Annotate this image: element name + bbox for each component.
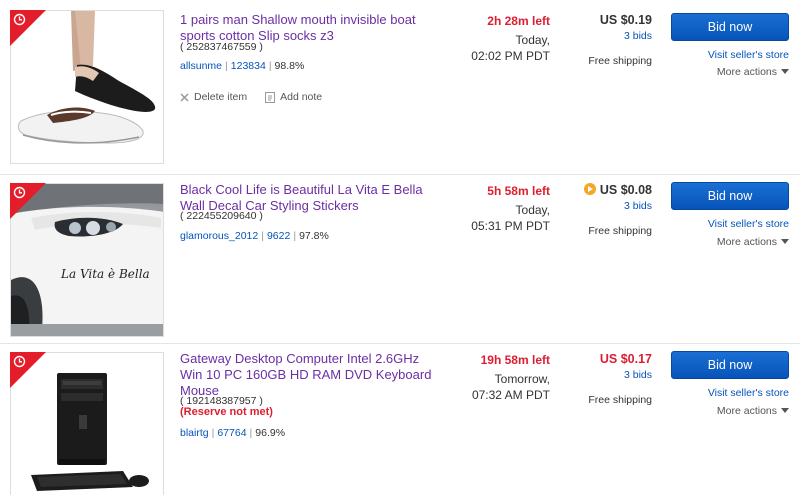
clock-icon bbox=[13, 13, 26, 26]
seller-feedback-link[interactable]: 123834 bbox=[231, 60, 266, 72]
clock-icon bbox=[13, 355, 26, 368]
end-date-time: 05:31 PM PDT bbox=[471, 219, 550, 233]
watch-list-item: La Vita è Bella Black Cool Life is Beaut… bbox=[0, 173, 800, 343]
bid-now-button[interactable]: Bid now bbox=[671, 182, 789, 210]
delete-item-label: Delete item bbox=[194, 91, 248, 103]
end-date-day: Today, bbox=[515, 33, 550, 47]
end-date-time: 02:02 PM PDT bbox=[471, 49, 550, 63]
shipping-info: Free shipping bbox=[588, 394, 652, 406]
bid-count-link[interactable]: 3 bids bbox=[552, 369, 652, 381]
item-actions: Delete item Add note bbox=[180, 91, 322, 103]
current-price: US $0.08 bbox=[552, 183, 652, 197]
close-icon bbox=[180, 92, 189, 102]
shipping-info: Free shipping bbox=[588, 55, 652, 67]
more-actions-label: More actions bbox=[716, 405, 777, 417]
decal-text: La Vita è Bella bbox=[60, 267, 150, 281]
seller-info: blairtg | 67764 | 96.9% bbox=[180, 427, 286, 439]
watch-list-item: 1 pairs man Shallow mouth invisible boat… bbox=[0, 0, 800, 170]
reserve-status: (Reserve not met) bbox=[180, 406, 273, 418]
seller-info: allsunme | 123834 | 98.8% bbox=[180, 60, 305, 72]
chevron-down-icon bbox=[781, 239, 789, 244]
seller-name-link[interactable]: blairtg bbox=[180, 427, 209, 439]
bid-count-link[interactable]: 3 bids bbox=[552, 200, 652, 212]
seller-feedback-percent: 96.9% bbox=[255, 427, 286, 439]
seller-feedback-percent: 97.8% bbox=[299, 230, 329, 242]
time-left: 2h 28m left bbox=[487, 14, 550, 28]
item-title[interactable]: 1 pairs man Shallow mouth invisible boat… bbox=[180, 12, 442, 44]
chevron-down-icon bbox=[781, 408, 789, 413]
current-price: US $0.17 bbox=[599, 352, 652, 366]
seller-name-link[interactable]: allsunme bbox=[180, 60, 222, 72]
more-actions-label: More actions bbox=[716, 66, 777, 78]
seller-name-link[interactable]: glamorous_2012 bbox=[180, 230, 258, 242]
bid-count-link[interactable]: 3 bids bbox=[552, 30, 652, 42]
add-note-label: Add note bbox=[280, 91, 323, 103]
visit-seller-store-link[interactable]: Visit seller's store bbox=[671, 387, 789, 399]
delete-item-button[interactable]: Delete item bbox=[180, 91, 247, 103]
clock-icon bbox=[13, 186, 26, 199]
item-number: ( 252837467559 ) bbox=[180, 41, 263, 53]
seller-feedback-percent: 98.8% bbox=[274, 60, 305, 72]
more-actions-label: More actions bbox=[716, 236, 777, 248]
bid-now-button[interactable]: Bid now bbox=[671, 351, 789, 379]
visit-seller-store-link[interactable]: Visit seller's store bbox=[671, 49, 789, 61]
more-actions-dropdown[interactable]: More actions bbox=[671, 405, 789, 417]
time-left: 19h 58m left bbox=[480, 353, 550, 367]
play-icon bbox=[583, 183, 596, 195]
seller-info: glamorous_2012 | 9622 | 97.8% bbox=[180, 230, 329, 242]
seller-feedback-link[interactable]: 67764 bbox=[217, 427, 246, 439]
shipping-info: Free shipping bbox=[588, 225, 652, 237]
end-date-day: Today, bbox=[515, 203, 550, 217]
bid-now-button[interactable]: Bid now bbox=[671, 13, 789, 41]
watch-list-item: Gateway Desktop Computer Intel 2.6GHz Wi… bbox=[0, 342, 800, 495]
current-price: US $0.19 bbox=[599, 13, 652, 27]
seller-feedback-link[interactable]: 9622 bbox=[267, 230, 290, 242]
time-left: 5h 58m left bbox=[487, 184, 550, 198]
add-note-button[interactable]: Add note bbox=[265, 91, 322, 103]
chevron-down-icon bbox=[781, 69, 789, 74]
end-date-time: 07:32 AM PDT bbox=[471, 388, 550, 402]
end-date-day: Tomorrow, bbox=[494, 372, 550, 386]
more-actions-dropdown[interactable]: More actions bbox=[671, 236, 789, 248]
current-price-value: US $0.08 bbox=[599, 183, 652, 197]
item-number: ( 222455209640 ) bbox=[180, 210, 263, 222]
item-title[interactable]: Gateway Desktop Computer Intel 2.6GHz Wi… bbox=[180, 351, 442, 399]
more-actions-dropdown[interactable]: More actions bbox=[671, 66, 789, 78]
note-icon bbox=[265, 91, 276, 103]
visit-seller-store-link[interactable]: Visit seller's store bbox=[671, 218, 789, 230]
